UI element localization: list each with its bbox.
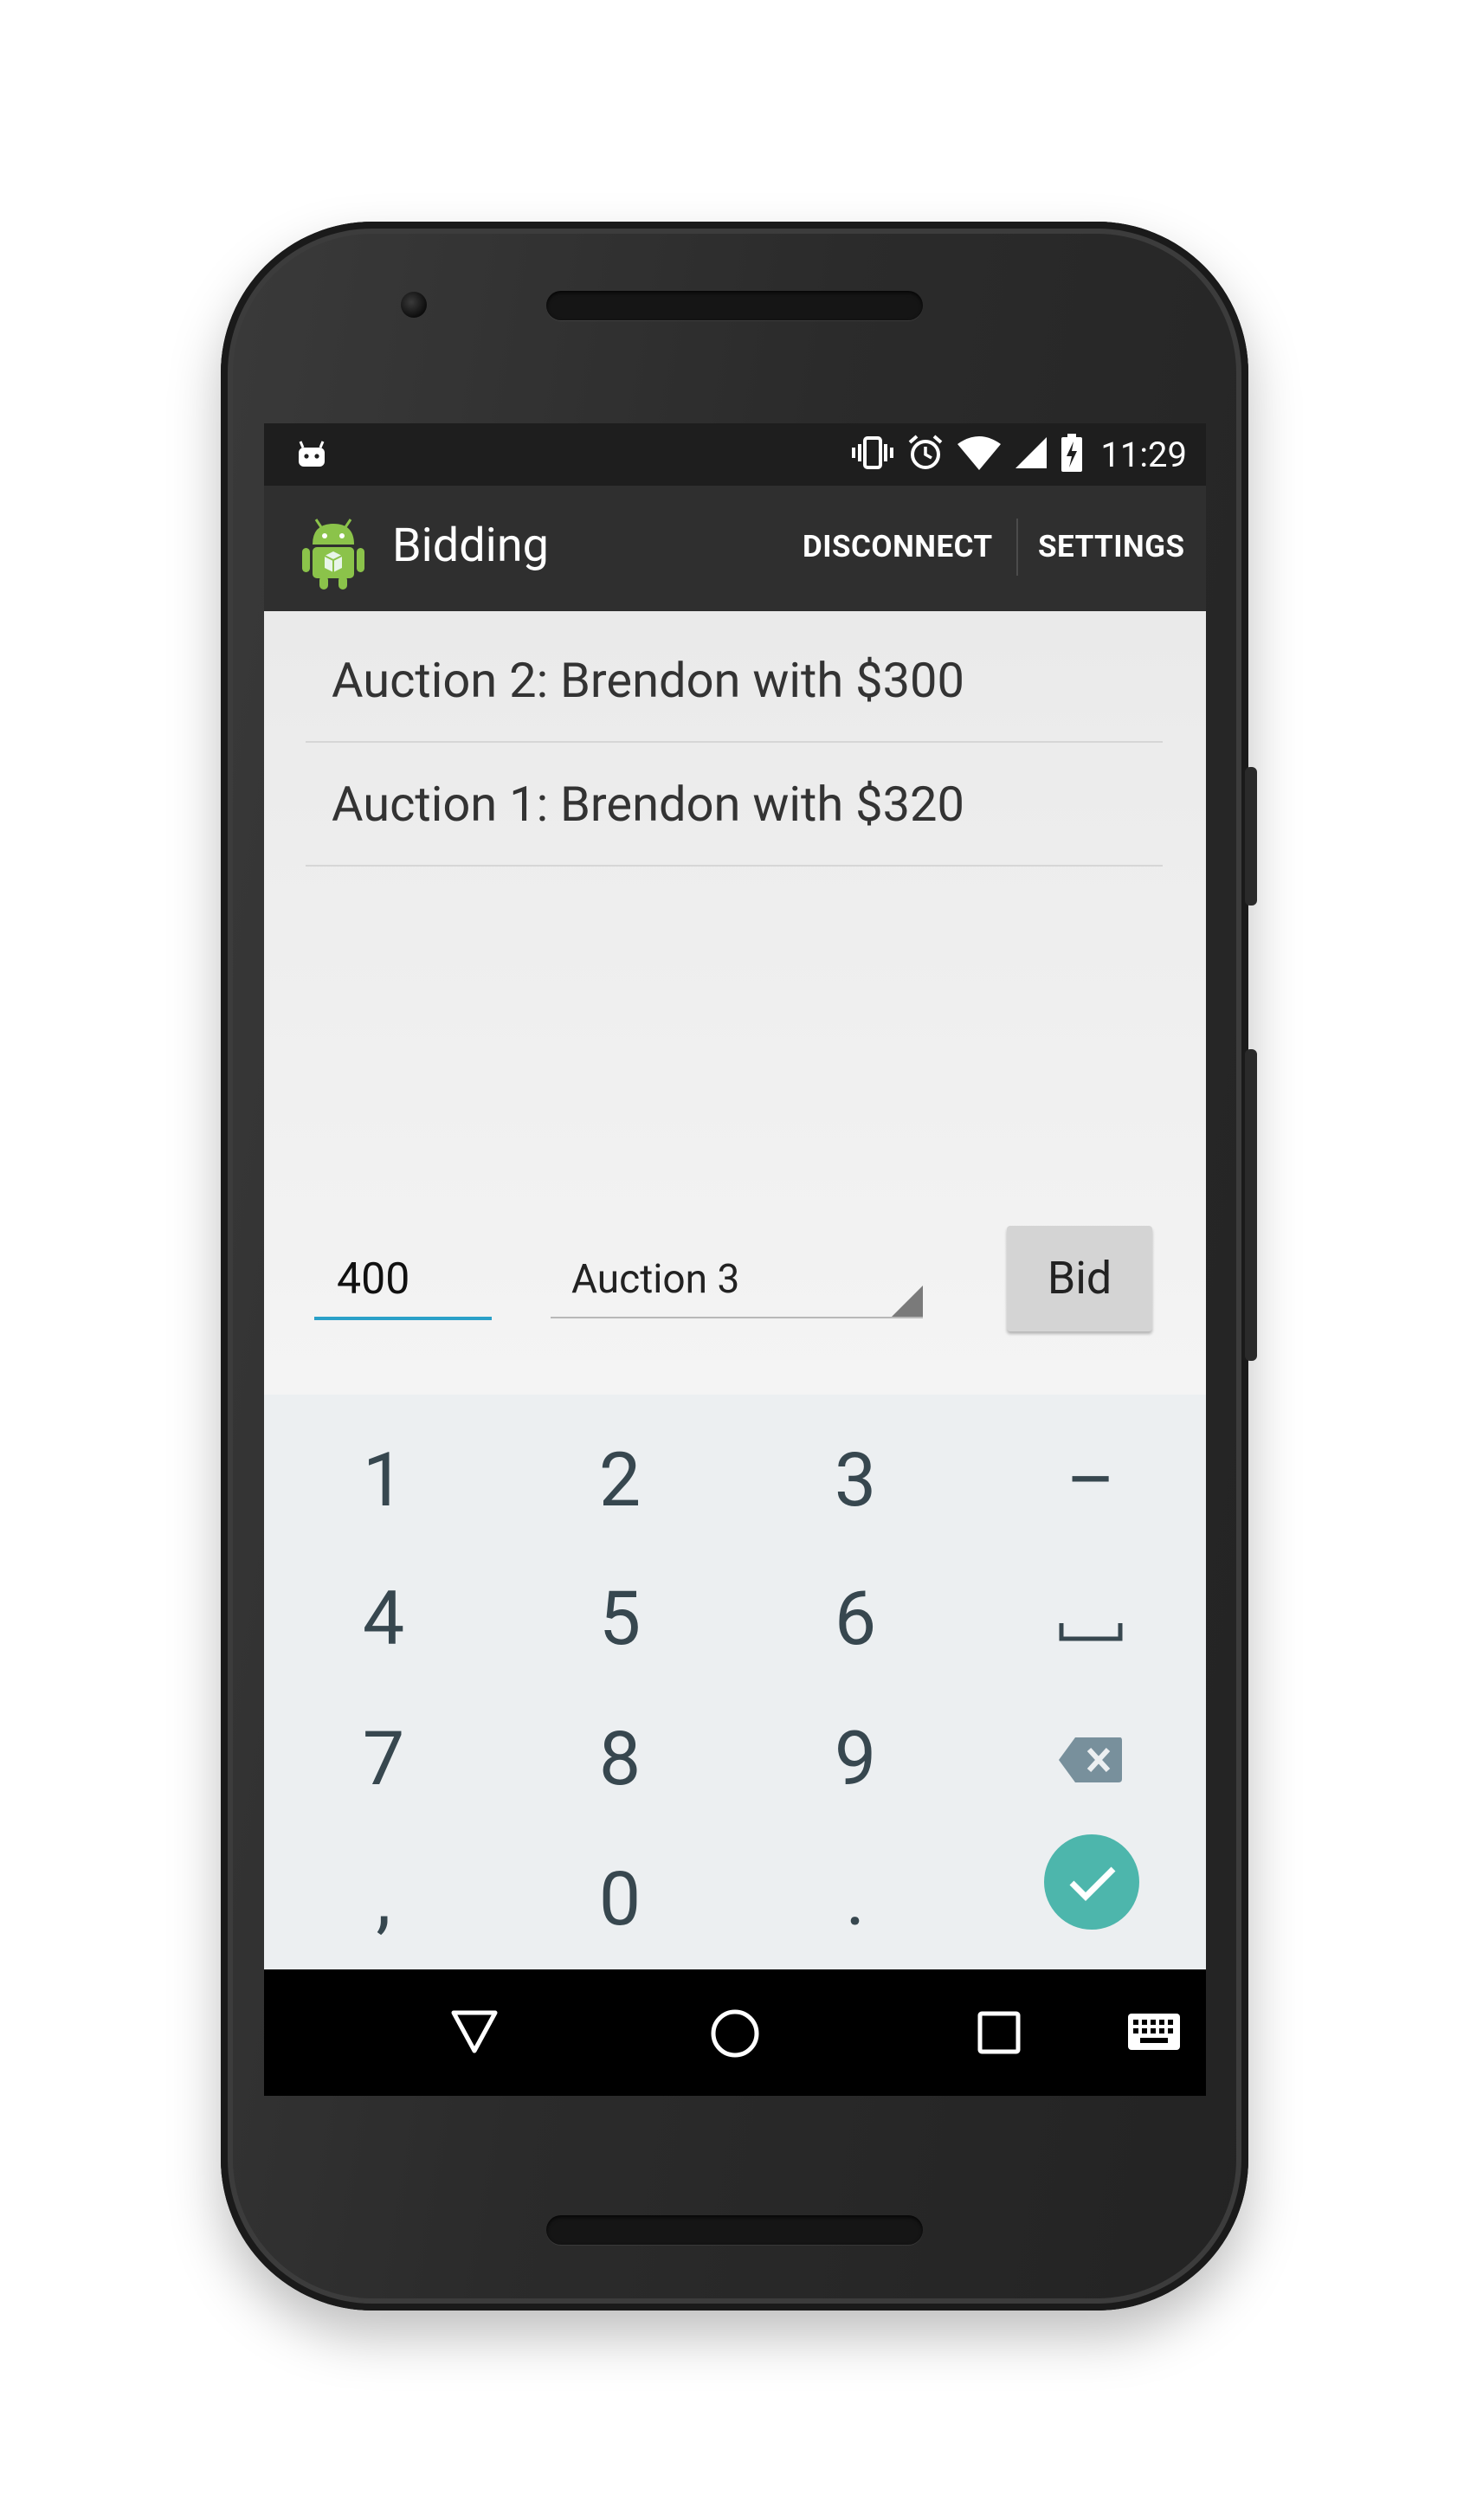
clock: 11:29 <box>1100 434 1187 475</box>
key-minus[interactable]: – <box>1004 1436 1177 1524</box>
done-key[interactable] <box>1044 1834 1139 1930</box>
key-space[interactable] <box>1004 1575 1177 1661</box>
bottom-speaker <box>546 2215 923 2245</box>
bid-amount-value: 400 <box>337 1254 410 1305</box>
backspace-icon <box>1059 1737 1122 1782</box>
app-title: Bidding <box>392 519 549 573</box>
navigation-bar <box>264 1969 1206 2096</box>
list-item-label: Auction 1: Brendon with $320 <box>332 776 964 833</box>
bid-amount-input[interactable]: 400 <box>314 1247 492 1320</box>
status-bar: 11:29 <box>264 423 1206 486</box>
list-item[interactable]: Auction 1: Brendon with $320 <box>306 741 1163 867</box>
key-8[interactable]: 8 <box>533 1715 706 1802</box>
phone-screen: 11:29 Bidding DISCONNECT SETTINGS Auctio… <box>264 423 1206 2096</box>
power-button <box>1245 1049 1257 1361</box>
bid-button-label: Bid <box>1047 1252 1112 1305</box>
back-icon[interactable] <box>450 2009 499 2058</box>
key-period[interactable]: . <box>769 1855 942 1943</box>
keyboard-switch-icon[interactable] <box>1127 2013 1181 2054</box>
top-speaker <box>546 291 923 320</box>
cell-signal-icon <box>1014 435 1048 474</box>
bid-button[interactable]: Bid <box>1007 1226 1152 1331</box>
recents-icon[interactable] <box>977 2011 1021 2058</box>
key-5[interactable]: 5 <box>533 1575 706 1662</box>
battery-charging-icon <box>1061 434 1083 475</box>
key-9[interactable]: 9 <box>769 1715 942 1802</box>
home-icon[interactable] <box>710 2008 760 2062</box>
key-0[interactable]: 0 <box>533 1855 706 1943</box>
android-debug-icon <box>295 441 328 472</box>
check-icon <box>1069 1866 1116 1901</box>
wifi-icon <box>957 435 1002 474</box>
vibrate-icon <box>851 435 894 474</box>
dropdown-arrow-icon <box>892 1286 923 1317</box>
bid-list-area: Auction 2: Brendon with $300 Auction 1: … <box>264 611 1206 1395</box>
key-6[interactable]: 6 <box>769 1575 942 1662</box>
auction-spinner[interactable]: Auction 3 <box>551 1247 923 1318</box>
key-comma[interactable]: , <box>297 1855 470 1943</box>
space-icon <box>1059 1623 1123 1641</box>
disconnect-button[interactable]: DISCONNECT <box>803 529 993 564</box>
alarm-icon <box>906 434 945 475</box>
key-1[interactable]: 1 <box>297 1436 470 1524</box>
settings-button[interactable]: SETTINGS <box>1038 529 1185 564</box>
front-camera <box>401 292 427 318</box>
action-bar: Bidding DISCONNECT SETTINGS <box>264 486 1206 611</box>
list-item-label: Auction 2: Brendon with $300 <box>332 652 964 709</box>
list-item[interactable]: Auction 2: Brendon with $300 <box>306 617 1163 743</box>
key-4[interactable]: 4 <box>297 1575 470 1662</box>
volume-button <box>1245 767 1257 906</box>
key-7[interactable]: 7 <box>297 1715 470 1802</box>
auction-spinner-value: Auction 3 <box>571 1256 740 1303</box>
key-backspace[interactable] <box>1004 1715 1177 1801</box>
key-2[interactable]: 2 <box>533 1436 706 1524</box>
key-3[interactable]: 3 <box>769 1436 942 1524</box>
numeric-keyboard: 1 2 3 – 4 5 6 7 8 9 , 0 . <box>264 1395 1206 1969</box>
action-divider <box>1016 519 1018 576</box>
android-app-icon <box>300 519 366 595</box>
